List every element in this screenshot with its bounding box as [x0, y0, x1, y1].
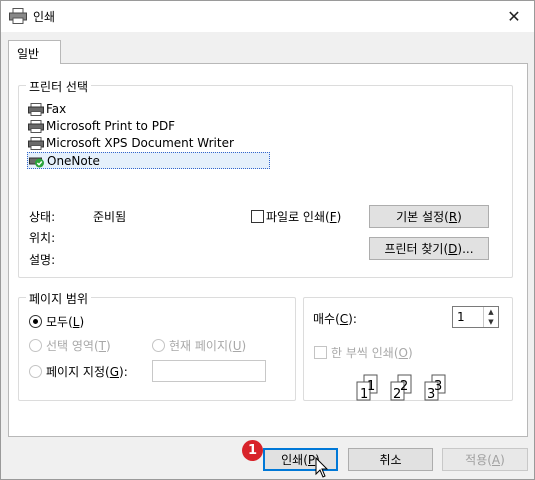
page-range-input[interactable]: [152, 360, 266, 382]
printer-name: OneNote: [47, 154, 100, 168]
spin-up-button[interactable]: ▲: [484, 307, 498, 317]
printer-icon: [28, 137, 44, 150]
find-printer-button[interactable]: 프린터 찾기(D)...: [369, 237, 489, 260]
title-bar: 인쇄 ✕: [1, 1, 534, 32]
printer-item-onenote[interactable]: OneNote: [27, 152, 270, 169]
page-range-selection-radio[interactable]: [29, 339, 42, 352]
tab-general[interactable]: 일반: [8, 40, 61, 64]
collate-page-number: 1: [367, 379, 375, 394]
group-legend: 프린터 선택: [26, 78, 92, 95]
collate-label[interactable]: 한 부씩 인쇄(O): [331, 344, 413, 361]
printer-list[interactable]: Fax Microsoft Print to PDF Microsoft XPS…: [27, 101, 297, 169]
window-title: 인쇄: [33, 10, 56, 24]
collate-set-1: 1 1: [356, 374, 378, 402]
printer-item-pdf[interactable]: Microsoft Print to PDF: [27, 118, 297, 135]
spin-down-button[interactable]: ▼: [484, 317, 498, 327]
printer-item-xps[interactable]: Microsoft XPS Document Writer: [27, 135, 297, 152]
page-range-pages-radio[interactable]: [29, 365, 42, 378]
print-dialog: 인쇄 ✕ 일반 프린터 선택 Fax Microsoft Print to PD…: [0, 0, 535, 480]
copies-spinner[interactable]: 1 ▲ ▼: [452, 306, 499, 328]
page-range-group: 페이지 범위 모두(L) 선택 영역(T) 현재 페이지(U) 페이지 지정(G…: [18, 290, 296, 401]
printer-icon: [28, 120, 44, 133]
printer-icon: [9, 8, 27, 24]
copies-value[interactable]: 1: [457, 310, 465, 324]
status-label: 상태:: [29, 210, 56, 224]
preferences-button[interactable]: 기본 설정(R): [369, 205, 489, 228]
chevron-down-icon: ▼: [488, 318, 494, 326]
copies-label: 매수(C):: [313, 312, 357, 326]
printer-item-fax[interactable]: Fax: [27, 101, 297, 118]
collate-page-number: 2: [400, 379, 408, 394]
step-badge: 1: [242, 440, 263, 461]
collate-pages-icon: 1 1 2 2 3 3: [356, 374, 446, 402]
mouse-cursor-icon: [315, 457, 329, 478]
printer-name: Microsoft XPS Document Writer: [46, 136, 234, 150]
tab-label: 일반: [17, 47, 40, 61]
cancel-button[interactable]: 취소: [348, 448, 433, 471]
apply-button[interactable]: 적용(A): [442, 448, 528, 471]
printer-select-group: 프린터 선택 Fax Microsoft Print to PDF Micros…: [18, 78, 513, 278]
print-to-file-label[interactable]: 파일로 인쇄(F): [266, 208, 341, 225]
page-range-selection-label[interactable]: 선택 영역(T): [46, 337, 111, 354]
group-legend: 페이지 범위: [26, 290, 92, 307]
collate-set-3: 3 3: [424, 374, 446, 402]
collate-page-number: 3: [434, 379, 442, 394]
page-range-all-radio[interactable]: [29, 315, 42, 328]
page-range-current-label[interactable]: 현재 페이지(U): [169, 337, 246, 354]
spinner-buttons: ▲ ▼: [483, 307, 498, 327]
collate-checkbox[interactable]: [314, 346, 327, 359]
default-printer-check-icon: [29, 157, 44, 168]
comment-label: 설명:: [29, 253, 56, 267]
printer-name: Microsoft Print to PDF: [46, 119, 176, 133]
page-range-current-radio[interactable]: [152, 339, 165, 352]
close-icon: ✕: [507, 7, 521, 26]
tab-panel-general: 프린터 선택 Fax Microsoft Print to PDF Micros…: [8, 63, 528, 437]
printer-name: Fax: [46, 102, 67, 116]
location-label: 위치:: [29, 231, 56, 245]
page-range-all-label[interactable]: 모두(L): [46, 313, 84, 330]
status-value: 준비됨: [93, 210, 127, 224]
fax-printer-icon: [28, 103, 44, 116]
print-to-file-checkbox[interactable]: [251, 210, 264, 223]
page-range-pages-label[interactable]: 페이지 지정(G):: [46, 363, 128, 380]
close-button[interactable]: ✕: [494, 1, 534, 32]
chevron-up-icon: ▲: [488, 308, 494, 316]
collate-set-2: 2 2: [390, 374, 412, 402]
